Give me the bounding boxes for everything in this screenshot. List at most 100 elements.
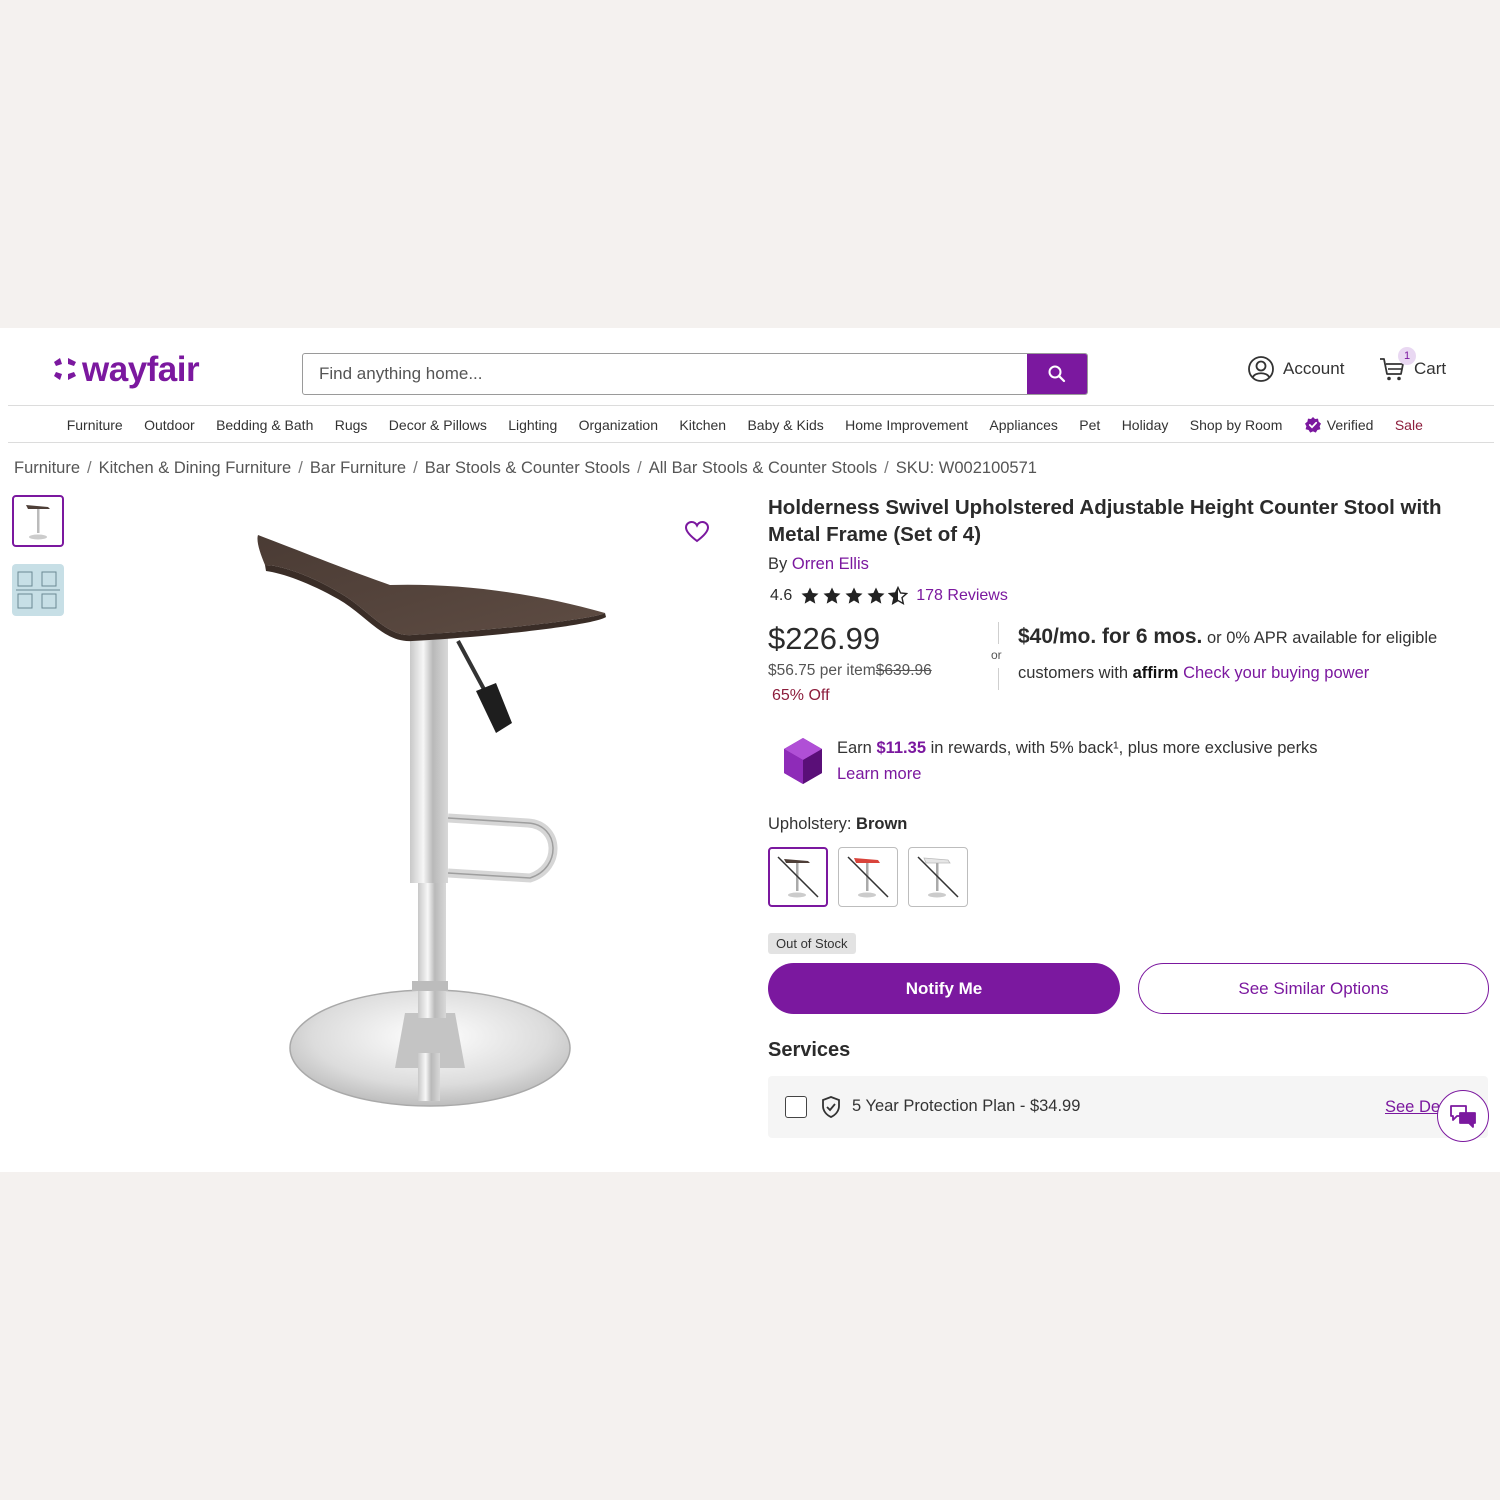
cart-count-badge: 1 xyxy=(1398,347,1416,365)
gallery-thumbnail-2[interactable] xyxy=(12,564,64,616)
financing-line-2: customers with affirm Check your buying … xyxy=(1018,664,1369,683)
rating-row: 4.6 178 Reviews xyxy=(770,584,1008,608)
nav-item-holiday[interactable]: Holiday xyxy=(1111,417,1179,433)
header-divider xyxy=(8,405,1494,406)
per-item-label: $56.75 per item xyxy=(768,662,876,679)
stool-brown-swatch-image xyxy=(777,856,819,898)
wayfair-logo-mark-icon xyxy=(54,358,76,380)
nav-item-outdoor[interactable]: Outdoor xyxy=(133,417,205,433)
nav-item-pet[interactable]: Pet xyxy=(1069,417,1111,433)
affirm-logo: affirm xyxy=(1132,664,1179,682)
by-label: By xyxy=(768,555,788,573)
breadcrumb: Furniture / Kitchen & Dining Furniture / Bar… xyxy=(14,459,1037,477)
breadcrumb-bar-furniture[interactable]: Bar Furniture xyxy=(310,459,406,477)
nav-item-organization[interactable]: Organization xyxy=(568,417,669,433)
buying-power-link[interactable]: Check your buying power xyxy=(1183,664,1369,682)
swatch-red[interactable] xyxy=(838,847,898,907)
verified-badge-icon xyxy=(1304,417,1321,433)
nav-item-baby-kids[interactable]: Baby & Kids xyxy=(737,417,835,433)
nav-item-home-improvement[interactable]: Home Improvement xyxy=(834,417,978,433)
nav-item-decor-pillows[interactable]: Decor & Pillows xyxy=(378,417,497,433)
star-full-icon xyxy=(845,587,863,604)
star-half-icon xyxy=(888,586,909,606)
see-similar-options-button[interactable]: See Similar Options xyxy=(1138,963,1489,1014)
breadcrumb-bar-stools[interactable]: Bar Stools & Counter Stools xyxy=(425,459,630,477)
monthly-payment: $40/mo. for 6 mos. xyxy=(1018,625,1203,648)
or-label: or xyxy=(991,648,1002,662)
services-heading: Services xyxy=(768,1039,851,1061)
nav-item-appliances[interactable]: Appliances xyxy=(979,417,1069,433)
notify-me-button[interactable]: Notify Me xyxy=(768,963,1120,1014)
reviews-link[interactable]: 178 Reviews xyxy=(916,587,1008,605)
see-details-link[interactable]: See Details xyxy=(1385,1098,1445,1117)
rewards-suffix: in rewards, with 5% back¹, plus more exc… xyxy=(926,739,1318,757)
dimensions-thumbnail-image xyxy=(16,571,60,609)
nav-divider xyxy=(8,442,1494,443)
nav-item-lighting[interactable]: Lighting xyxy=(498,417,568,433)
star-full-icon xyxy=(867,587,885,604)
product-page: wayfair Account 1 Cart xyxy=(0,328,1500,1172)
original-price: $639.96 xyxy=(875,662,932,679)
rating-value: 4.6 xyxy=(770,587,793,604)
stool-thumbnail-image xyxy=(26,505,50,540)
stool-white-swatch-image xyxy=(917,856,959,898)
search-icon xyxy=(1048,365,1066,383)
chat-button[interactable] xyxy=(1437,1090,1489,1142)
nav-item-rugs[interactable]: Rugs xyxy=(324,417,378,433)
cart-button[interactable]: 1 Cart xyxy=(1378,347,1446,386)
breadcrumb-sku: SKU: W002100571 xyxy=(895,459,1037,477)
nav-item-kitchen[interactable]: Kitchen xyxy=(669,417,737,433)
product-title: Holderness Swivel Upholstered Adjustable… xyxy=(768,496,1442,546)
nav-verified-label: Verified xyxy=(1326,417,1374,433)
account-button[interactable]: Account xyxy=(1247,352,1344,386)
logo-text: wayfair xyxy=(82,349,200,389)
upholstery-option-label: Upholstery: xyxy=(768,815,857,833)
rewards-text: Earn $11.35 in rewards, with 5% back¹, p… xyxy=(837,739,1318,758)
out-of-stock-badge: Out of Stock xyxy=(768,933,856,954)
account-label: Account xyxy=(1283,359,1345,378)
breadcrumb-kitchen-dining[interactable]: Kitchen & Dining Furniture xyxy=(99,459,292,477)
rewards-amount: $11.35 xyxy=(876,739,926,757)
rewards-gem-icon xyxy=(784,738,822,784)
upholstery-label: Upholstery: Brown xyxy=(768,815,907,834)
gallery-thumbnail-1[interactable] xyxy=(12,495,64,547)
search-button[interactable] xyxy=(1027,354,1087,394)
account-icon xyxy=(1248,356,1274,382)
stool-red-swatch-image xyxy=(847,856,889,898)
sale-price: $226.99 xyxy=(768,621,881,656)
nav-item-shop-by-room[interactable]: Shop by Room xyxy=(1179,417,1293,433)
wayfair-logo[interactable]: wayfair xyxy=(52,348,200,390)
product-main-image xyxy=(257,535,606,1107)
shield-check-icon xyxy=(822,1096,840,1118)
brand-link[interactable]: Orren Ellis xyxy=(792,555,869,573)
per-item-price: $56.75 per item$639.96 xyxy=(768,662,932,680)
protection-plan-checkbox[interactable] xyxy=(785,1096,807,1118)
swatch-white[interactable] xyxy=(908,847,968,907)
nav-item-furniture[interactable]: Furniture xyxy=(56,417,133,433)
search-input[interactable] xyxy=(303,354,1027,394)
apr-text: or 0% APR available for eligible xyxy=(1202,629,1438,647)
learn-more-link[interactable]: Learn more xyxy=(837,765,921,784)
nav-item-sale[interactable]: Sale xyxy=(1384,417,1433,433)
star-full-icon xyxy=(823,587,841,604)
upholstery-selected: Brown xyxy=(856,815,908,833)
protection-plan-row: 5 Year Protection Plan - $34.99 See Deta… xyxy=(768,1076,1488,1138)
financing-divider-top xyxy=(998,622,999,644)
nav-item-bedding-bath[interactable]: Bedding & Bath xyxy=(205,417,324,433)
breadcrumb-all-bar-stools[interactable]: All Bar Stools & Counter Stools xyxy=(649,459,877,477)
favorite-heart-icon[interactable] xyxy=(684,520,710,544)
category-nav: Furniture Outdoor Bedding & Bath Rugs De… xyxy=(56,408,1434,442)
financing-divider-bottom xyxy=(998,668,999,690)
financing-line-1: $40/mo. for 6 mos. or 0% APR available f… xyxy=(1018,625,1437,649)
chat-bubbles-icon xyxy=(1450,1105,1476,1128)
rating-stars xyxy=(800,586,909,606)
nav-item-verified[interactable]: Verified xyxy=(1293,416,1384,434)
protection-plan-label: 5 Year Protection Plan - $34.99 xyxy=(852,1097,1081,1115)
search-bar xyxy=(302,353,1088,395)
star-full-icon xyxy=(801,587,819,604)
breadcrumb-furniture[interactable]: Furniture xyxy=(14,459,80,477)
discount-badge: 65% Off xyxy=(772,687,830,704)
rewards-prefix: Earn xyxy=(837,739,877,757)
swatch-brown[interactable] xyxy=(768,847,828,907)
brand-line: By Orren Ellis xyxy=(768,555,869,574)
